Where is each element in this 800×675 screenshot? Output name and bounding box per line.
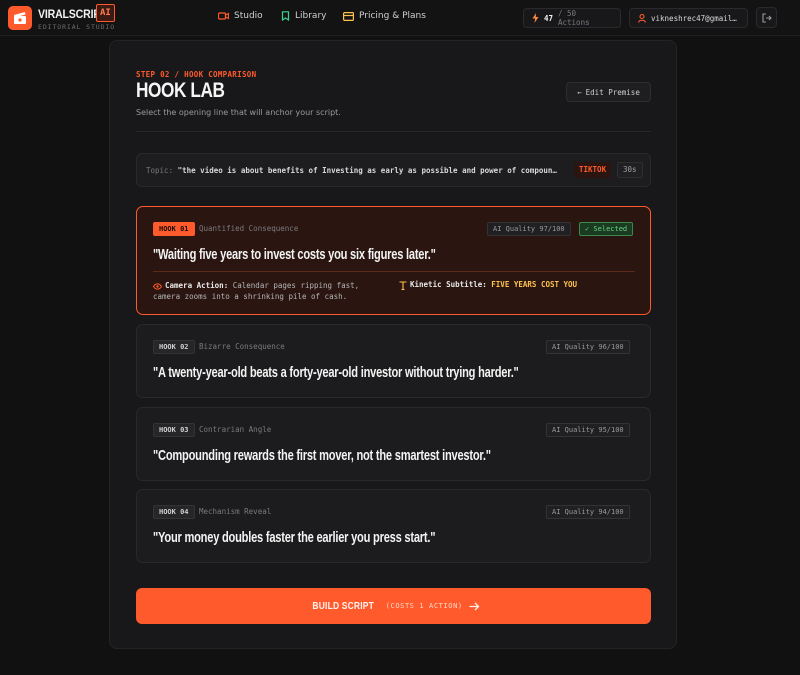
- actions-counter: 47 / 50 Actions: [523, 8, 621, 28]
- hook-type: Contrarian Angle: [199, 425, 272, 434]
- page-subtitle: Select the opening line that will anchor…: [136, 108, 341, 117]
- build-script-button[interactable]: BUILD SCRIPT (COSTS 1 ACTION): [136, 588, 651, 624]
- build-script-label: BUILD SCRIPT: [312, 600, 375, 612]
- user-icon: [638, 13, 646, 23]
- hook-divider: [153, 271, 635, 272]
- top-nav: VIRALSCRIPT AI EDITORIAL STUDIO Studio L…: [0, 0, 800, 36]
- nav-pricing[interactable]: Pricing & Plans: [343, 11, 426, 21]
- bolt-icon: [532, 13, 539, 23]
- nav-studio[interactable]: Studio: [218, 11, 263, 21]
- selected-badge: ✓ Selected: [579, 222, 634, 236]
- actions-total: / 50 Actions: [558, 9, 590, 27]
- platform-badge: TIKTOK: [574, 162, 612, 178]
- kinetic-subtitle: Kinetic Subtitle: FIVE YEARS COST YOU: [399, 280, 577, 290]
- arrow-right-icon: [469, 602, 480, 610]
- hook-line: "Compounding rewards the first mover, no…: [153, 447, 491, 464]
- logout-icon: [762, 13, 772, 23]
- edit-premise-button[interactable]: ← Edit Premise: [566, 82, 651, 102]
- user-email: vikneshrec47@gmail…: [651, 13, 737, 23]
- logo-icon[interactable]: [8, 6, 32, 30]
- step-indicator: STEP 02 / HOOK COMPARISON: [136, 70, 257, 79]
- hook-card-02[interactable]: HOOK 02 Bizarre Consequence AI Quality 9…: [136, 324, 651, 398]
- hook-card-04[interactable]: HOOK 04 Mechanism Reveal AI Quality 94/1…: [136, 489, 651, 563]
- hook-line: "Your money doubles faster the earlier y…: [153, 529, 436, 546]
- nav-studio-label: Studio: [234, 11, 263, 21]
- hook-line: "A twenty-year-old beats a forty-year-ol…: [153, 364, 519, 381]
- hook-type: Bizarre Consequence: [199, 342, 285, 351]
- hook-type: Quantified Consequence: [199, 224, 299, 233]
- hook-number: HOOK 03: [153, 423, 195, 437]
- nav-library-label: Library: [295, 11, 327, 21]
- brand-subtitle: EDITORIAL STUDIO: [38, 23, 116, 31]
- nav-library[interactable]: Library: [281, 11, 326, 21]
- brand-ai-badge: AI: [96, 4, 115, 22]
- hook-line: "Waiting five years to invest costs you …: [153, 246, 436, 263]
- topic-text: Topic: "the video is about benefits of I…: [146, 166, 576, 175]
- card-icon: [343, 11, 354, 21]
- kinetic-text: FIVE YEARS COST YOU: [491, 280, 578, 289]
- build-cost-label: (COSTS 1 ACTION): [385, 602, 463, 610]
- hook-type: Mechanism Reveal: [199, 507, 272, 516]
- hook-number: HOOK 04: [153, 505, 195, 519]
- clapper-icon: [218, 12, 229, 20]
- bookmark-icon: [281, 11, 290, 21]
- hook-number: HOOK 02: [153, 340, 195, 354]
- duration-badge: 30s: [617, 162, 643, 178]
- hook-number: HOOK 01: [153, 222, 195, 236]
- page-title: HOOK LAB: [136, 79, 225, 102]
- user-menu[interactable]: vikneshrec47@gmail…: [629, 8, 748, 28]
- text-icon: [399, 280, 407, 290]
- topic-bar: Topic: "the video is about benefits of I…: [136, 153, 651, 187]
- hook-card-03[interactable]: HOOK 03 Contrarian Angle AI Quality 95/1…: [136, 407, 651, 481]
- quality-badge: AI Quality 94/100: [546, 505, 630, 519]
- quality-badge: AI Quality 97/100: [487, 222, 571, 236]
- camera-label: Camera Action:: [165, 281, 229, 290]
- hook-card-01[interactable]: HOOK 01 Quantified Consequence AI Qualit…: [136, 206, 651, 315]
- logout-button[interactable]: [756, 7, 777, 28]
- quality-badge: AI Quality 96/100: [546, 340, 630, 354]
- arrow-left-icon: ←: [577, 87, 582, 97]
- header-divider: [136, 131, 651, 132]
- kinetic-label: Kinetic Subtitle:: [410, 280, 487, 289]
- actions-used: 47: [543, 13, 553, 23]
- edit-premise-label: Edit Premise: [585, 87, 640, 97]
- topic-value: "the video is about benefits of Investin…: [177, 166, 557, 175]
- hook-lab-panel: STEP 02 / HOOK COMPARISON HOOK LAB Selec…: [109, 40, 677, 649]
- topic-label: Topic:: [146, 166, 174, 175]
- nav-pricing-label: Pricing & Plans: [359, 11, 426, 21]
- camera-action: Camera Action: Calendar pages ripping fa…: [153, 280, 383, 302]
- quality-badge: AI Quality 95/100: [546, 423, 630, 437]
- eye-icon: [153, 282, 162, 290]
